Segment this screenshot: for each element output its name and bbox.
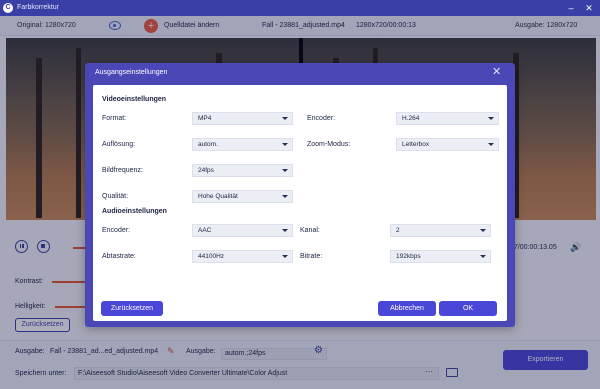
app-logo-icon: C (3, 3, 13, 13)
chevron-down-icon (282, 229, 288, 232)
chevron-down-icon (488, 143, 494, 146)
chevron-down-icon (282, 117, 288, 120)
framerate-select[interactable]: 24fps (192, 164, 293, 177)
resolution-label: Auflösung: (102, 141, 136, 148)
chevron-down-icon (282, 169, 288, 172)
minimize-icon[interactable]: – (565, 2, 577, 14)
channel-label: Kanal: (300, 227, 320, 234)
dialog-reset-button[interactable]: Zurücksetzen (101, 301, 163, 316)
bitrate-select[interactable]: 192kbps (390, 250, 491, 263)
audio-encoder-label: Encoder: (102, 227, 131, 234)
quality-value: Hohe Qualität (198, 193, 238, 200)
zoom-mode-select[interactable]: Letterbox (396, 138, 499, 151)
format-value: MP4 (198, 115, 212, 122)
zoom-mode-value: Letterbox (402, 141, 430, 148)
close-icon[interactable]: ✕ (583, 2, 595, 14)
audio-encoder-select[interactable]: AAC (192, 224, 293, 237)
sample-rate-select[interactable]: 44100Hz (192, 250, 293, 263)
resolution-select[interactable]: autom. (192, 138, 293, 151)
quality-select[interactable]: Hohe Qualität (192, 190, 293, 203)
ok-button[interactable]: OK (439, 301, 497, 316)
encoder-select[interactable]: H.264 (396, 112, 499, 125)
chevron-down-icon (480, 229, 486, 232)
bitrate-label: Bitrate: (300, 253, 323, 260)
cancel-button[interactable]: Abbrechen (378, 301, 436, 316)
chevron-down-icon (480, 255, 486, 258)
chevron-down-icon (488, 117, 494, 120)
title-bar: C Farbkorrektur – ✕ (0, 0, 600, 16)
sample-rate-value: 44100Hz (198, 253, 225, 260)
encoder-label: Encoder: (307, 115, 336, 122)
dialog-title: Ausgangseinstellungen (95, 69, 168, 76)
bitrate-value: 192kbps (396, 253, 421, 260)
channel-value: 2 (396, 227, 400, 234)
quality-label: Qualität: (102, 193, 129, 200)
video-settings-heading: Videoeinstellungen (102, 96, 167, 103)
zoom-mode-label: Zoom-Modus: (307, 141, 351, 148)
resolution-value: autom. (198, 141, 218, 148)
window-title: Farbkorrektur (17, 4, 60, 11)
chevron-down-icon (282, 195, 288, 198)
audio-settings-heading: Audioeinstellungen (102, 208, 167, 215)
audio-encoder-value: AAC (198, 227, 212, 234)
dialog-body: Videoeinstellungen Format: MP4 Encoder: … (93, 85, 507, 321)
format-label: Format: (102, 115, 127, 122)
chevron-down-icon (282, 143, 288, 146)
sample-rate-label: Abtastrate: (102, 253, 136, 260)
chevron-down-icon (282, 255, 288, 258)
framerate-label: Bildfrequenz: (102, 167, 143, 174)
output-settings-dialog: Ausgangseinstellungen ✕ Videoeinstellung… (85, 63, 515, 327)
format-select[interactable]: MP4 (192, 112, 293, 125)
close-icon[interactable]: ✕ (492, 66, 501, 78)
framerate-value: 24fps (198, 167, 214, 174)
encoder-value: H.264 (402, 115, 420, 122)
channel-select[interactable]: 2 (390, 224, 491, 237)
